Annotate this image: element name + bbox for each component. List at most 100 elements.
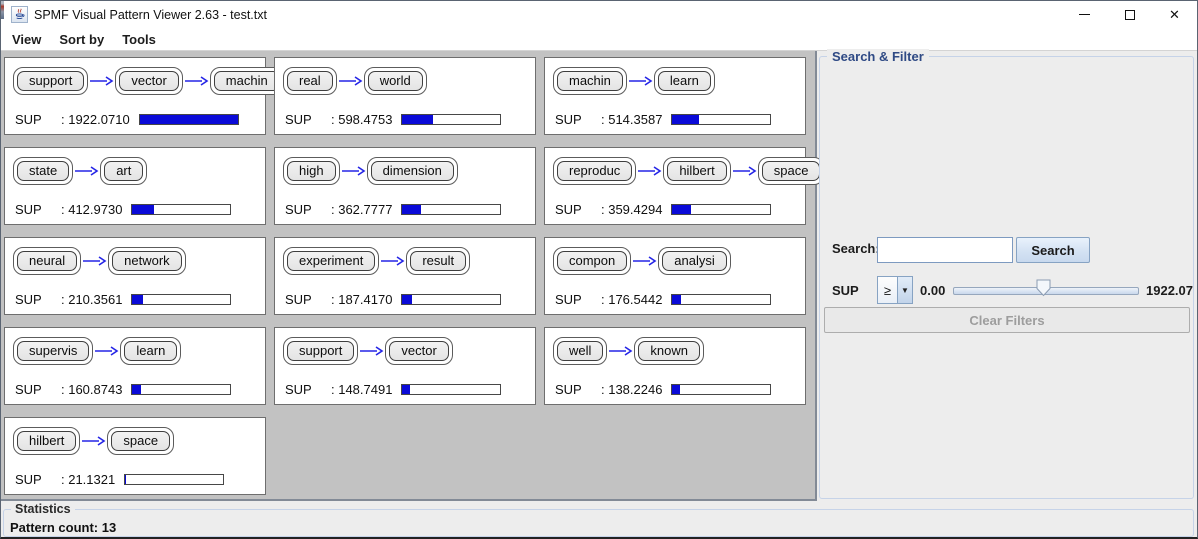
window-title: SPMF Visual Pattern Viewer 2.63 - test.t…: [34, 8, 267, 22]
pattern-word: vector: [389, 341, 448, 361]
pattern-card[interactable]: highdimension SUP: 362.7777: [274, 147, 536, 225]
support-row: SUP: 359.4294: [555, 202, 799, 217]
java-app-icon: [11, 6, 28, 23]
panel-title: Search & Filter: [827, 49, 929, 64]
support-bar: [671, 114, 771, 125]
clear-filters-button[interactable]: Clear Filters: [824, 307, 1190, 333]
maximize-icon: [1125, 10, 1135, 20]
pattern-node: network: [108, 247, 186, 275]
support-bar: [671, 204, 771, 215]
pattern-sequence: neural network: [13, 247, 259, 275]
minimize-button[interactable]: [1062, 1, 1107, 28]
arrow-right-icon: [338, 75, 363, 87]
arrow-right-icon: [628, 75, 653, 87]
pattern-sequence: hilbertspace: [13, 427, 259, 455]
arrow-right-icon: [82, 255, 107, 267]
pattern-grid: supportvectormachinSUP: 1922.0710realwor…: [1, 51, 817, 501]
sup-slider[interactable]: [953, 277, 1139, 303]
arrow-right-icon: [74, 165, 99, 177]
operator-combobox[interactable]: ≥ ▼: [877, 276, 913, 304]
sup-value: : 148.7491: [331, 382, 392, 397]
sup-label: SUP: [285, 112, 331, 127]
pattern-card[interactable]: neuralnetworkSUP: 210.3561: [4, 237, 266, 315]
pattern-word: hilbert: [17, 431, 76, 451]
pattern-card[interactable]: hilbertspaceSUP: 21.1321: [4, 417, 266, 495]
sup-label: SUP: [555, 382, 601, 397]
maximize-button[interactable]: [1107, 1, 1152, 28]
main-content: supportvectormachinSUP: 1922.0710realwor…: [1, 51, 1197, 501]
pattern-word: known: [638, 341, 700, 361]
slider-thumb[interactable]: [1036, 279, 1051, 302]
sup-value: : 176.5442: [601, 292, 662, 307]
sup-label: SUP: [15, 472, 61, 487]
pattern-node: space: [758, 157, 825, 185]
support-bar: [401, 384, 501, 395]
pattern-node: real: [283, 67, 337, 95]
pattern-word: reproduc: [557, 161, 632, 181]
menu-view[interactable]: View: [3, 30, 50, 49]
pattern-card[interactable]: experimentresultSUP: 187.4170: [274, 237, 536, 315]
support-row: SUP: 1922.0710: [15, 112, 259, 127]
pattern-card[interactable]: wellknownSUP: 138.2246: [544, 327, 806, 405]
pattern-card[interactable]: realworldSUP: 598.4753: [274, 57, 536, 135]
support-bar: [401, 294, 501, 305]
sup-label: SUP: [555, 202, 601, 217]
pattern-count: Pattern count: 13: [10, 520, 116, 535]
chevron-down-icon[interactable]: ▼: [897, 277, 912, 303]
menu-tools[interactable]: Tools: [113, 30, 165, 49]
sup-label: SUP: [285, 292, 331, 307]
pattern-node: learn: [654, 67, 715, 95]
close-button[interactable]: ✕: [1152, 1, 1197, 28]
pattern-word: hilbert: [667, 161, 726, 181]
pattern-card[interactable]: supportvectormachinSUP: 1922.0710: [4, 57, 266, 135]
pattern-word: vector: [119, 71, 178, 91]
pattern-node: support: [13, 67, 88, 95]
sup-value: : 160.8743: [61, 382, 122, 397]
pattern-sequence: highdimension: [283, 157, 529, 185]
arrow-right-icon: [608, 345, 633, 357]
pattern-node: vector: [115, 67, 182, 95]
sup-label: SUP: [555, 292, 601, 307]
pattern-card[interactable]: stateartSUP: 412.9730: [4, 147, 266, 225]
background-window-artifact: [1, 1, 4, 19]
pattern-card[interactable]: componanalysiSUP: 176.5442: [544, 237, 806, 315]
pattern-word: real: [287, 71, 333, 91]
pattern-word: supervis: [17, 341, 89, 361]
pattern-node: result: [406, 247, 470, 275]
slider-max-label: 1922.07: [1146, 283, 1193, 298]
pattern-card[interactable]: supervislearnSUP: 160.8743: [4, 327, 266, 405]
sup-label: SUP: [285, 202, 331, 217]
pattern-node: dimension: [367, 157, 458, 185]
support-bar: [124, 474, 224, 485]
support-bar-fill: [140, 115, 238, 124]
sup-value: : 359.4294: [601, 202, 662, 217]
support-row: SUP: 362.7777: [285, 202, 529, 217]
support-bar-fill: [402, 295, 412, 304]
pattern-sequence: realworld: [283, 67, 529, 95]
pattern-sequence: machinlearn: [553, 67, 799, 95]
pattern-card[interactable]: supportvectorSUP: 148.7491: [274, 327, 536, 405]
search-button[interactable]: Search: [1016, 237, 1090, 263]
support-bar: [401, 114, 501, 125]
menu-sort-by[interactable]: Sort by: [50, 30, 113, 49]
arrow-right-icon: [89, 75, 114, 87]
sup-value: : 1922.0710: [61, 112, 130, 127]
app-window: SPMF Visual Pattern Viewer 2.63 - test.t…: [0, 0, 1198, 539]
pattern-word: analysi: [662, 251, 726, 271]
pattern-word: neural: [17, 251, 77, 271]
pattern-sequence: stateart: [13, 157, 259, 185]
close-icon: ✕: [1169, 8, 1180, 21]
search-input[interactable]: [877, 237, 1013, 263]
statistics-title: Statistics: [11, 502, 75, 516]
search-label: Search:: [832, 241, 880, 256]
support-bar: [671, 294, 771, 305]
pattern-node: support: [283, 337, 358, 365]
operator-value: ≥: [878, 277, 897, 303]
support-bar-fill: [402, 115, 433, 124]
pattern-card[interactable]: machinlearnSUP: 514.3587: [544, 57, 806, 135]
pattern-word: learn: [658, 71, 711, 91]
pattern-card[interactable]: reproduchilbertspaceSUP: 359.4294: [544, 147, 806, 225]
pattern-word: network: [112, 251, 182, 271]
sup-filter-label: SUP: [832, 283, 859, 298]
pattern-sequence: wellknown: [553, 337, 799, 365]
